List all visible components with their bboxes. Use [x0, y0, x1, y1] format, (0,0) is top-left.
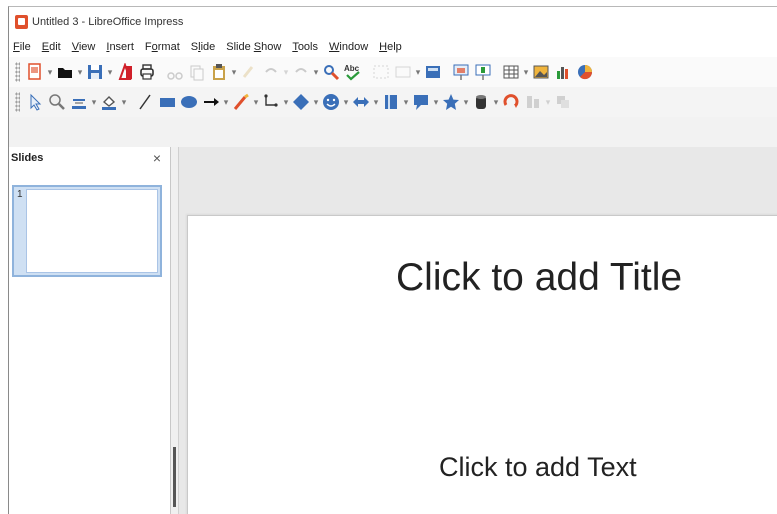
- clone-formatting-icon[interactable]: [238, 61, 260, 83]
- copy-icon[interactable]: [186, 61, 208, 83]
- redo-icon[interactable]: [290, 61, 312, 83]
- connector-icon[interactable]: [260, 91, 282, 113]
- chevron-down-icon[interactable]: ▾: [522, 61, 530, 83]
- splitter-handle[interactable]: [173, 447, 176, 507]
- zoom-icon[interactable]: [46, 91, 68, 113]
- line-icon[interactable]: [134, 91, 156, 113]
- impress-app-icon: [15, 15, 28, 29]
- chevron-down-icon[interactable]: ▾: [106, 61, 114, 83]
- chevron-down-icon[interactable]: ▾: [342, 91, 350, 113]
- slides-panel-title: Slides: [11, 152, 44, 164]
- print-icon[interactable]: [136, 61, 158, 83]
- star-icon[interactable]: [440, 91, 462, 113]
- menu-slide[interactable]: Slide: [191, 41, 215, 53]
- chevron-down-icon[interactable]: ▾: [46, 61, 54, 83]
- menu-format[interactable]: Format: [145, 41, 180, 53]
- chevron-down-icon[interactable]: ▾: [230, 61, 238, 83]
- slide-thumbnail-1[interactable]: 1: [12, 185, 162, 277]
- chevron-down-icon[interactable]: ▾: [462, 91, 470, 113]
- arrange-icon[interactable]: [552, 91, 574, 113]
- new-icon[interactable]: [24, 61, 46, 83]
- text-placeholder[interactable]: Click to add Text: [439, 452, 637, 483]
- export-pdf-icon[interactable]: [114, 61, 136, 83]
- smiley-icon[interactable]: [320, 91, 342, 113]
- undo-icon[interactable]: [260, 61, 282, 83]
- menu-edit[interactable]: Edit: [42, 41, 61, 53]
- menu-help[interactable]: Help: [379, 41, 402, 53]
- title-bar: Untitled 3 - LibreOffice Impress: [9, 7, 777, 37]
- diamond-shape-icon[interactable]: [290, 91, 312, 113]
- start-from-current-icon[interactable]: [472, 61, 494, 83]
- app-window: Untitled 3 - LibreOffice Impress File Ed…: [8, 6, 777, 514]
- rectangle-icon[interactable]: [156, 91, 178, 113]
- chevron-down-icon[interactable]: ▾: [492, 91, 500, 113]
- title-placeholder[interactable]: Click to add Title: [396, 256, 682, 300]
- save-icon[interactable]: [84, 61, 106, 83]
- chevron-down-icon[interactable]: ▾: [414, 61, 422, 83]
- select-icon[interactable]: [24, 91, 46, 113]
- svg-text:Abc: Abc: [344, 64, 360, 73]
- slide-number: 1: [17, 189, 23, 200]
- image-icon[interactable]: [530, 61, 552, 83]
- menu-file[interactable]: File: [13, 41, 31, 53]
- grid-icon[interactable]: [370, 61, 392, 83]
- cut-icon[interactable]: [164, 61, 186, 83]
- slides-panel-header: Slides ×: [9, 147, 170, 169]
- fill-color-icon[interactable]: [98, 91, 120, 113]
- display-views-icon[interactable]: [392, 61, 414, 83]
- menu-slide-show[interactable]: Slide Show: [226, 41, 281, 53]
- chevron-down-icon[interactable]: ▾: [252, 91, 260, 113]
- chevron-down-icon[interactable]: ▾: [432, 91, 440, 113]
- slide-workspace: Click to add Title Click to add Text: [179, 147, 777, 514]
- drawing-toolbar: ▾ ▾ ▾ ▾ ▾ ▾ ▾ ▾ ▾ ▾ ▾ ▾ ▾: [9, 87, 777, 117]
- double-arrow-icon[interactable]: [350, 91, 372, 113]
- line-color-icon[interactable]: [68, 91, 90, 113]
- chevron-down-icon[interactable]: ▾: [120, 91, 128, 113]
- chevron-down-icon[interactable]: ▾: [282, 61, 290, 83]
- menu-tools[interactable]: Tools: [292, 41, 318, 53]
- window-title: Untitled 3 - LibreOffice Impress: [32, 16, 184, 28]
- slides-panel: Slides × 1: [9, 147, 171, 514]
- chart-icon[interactable]: [552, 61, 574, 83]
- toolbar-grip[interactable]: [15, 92, 20, 112]
- slide-thumbnail-preview: [26, 189, 158, 273]
- table-icon[interactable]: [500, 61, 522, 83]
- curve-icon[interactable]: [230, 91, 252, 113]
- chevron-down-icon[interactable]: ▾: [402, 91, 410, 113]
- chevron-down-icon[interactable]: ▾: [312, 91, 320, 113]
- menu-view[interactable]: View: [72, 41, 96, 53]
- standard-toolbar: ▾ ▾ ▾ ▾ ▾ ▾ Abc ▾ ▾: [9, 57, 777, 87]
- 3d-object-icon[interactable]: [470, 91, 492, 113]
- chevron-down-icon[interactable]: ▾: [76, 61, 84, 83]
- chevron-down-icon[interactable]: ▾: [312, 61, 320, 83]
- open-icon[interactable]: [54, 61, 76, 83]
- rotate-icon[interactable]: [500, 91, 522, 113]
- menu-window[interactable]: Window: [329, 41, 368, 53]
- chevron-down-icon[interactable]: ▾: [222, 91, 230, 113]
- toolbar-grip[interactable]: [15, 62, 20, 82]
- spelling-icon[interactable]: Abc: [342, 61, 364, 83]
- paste-icon[interactable]: [208, 61, 230, 83]
- callout-icon[interactable]: [410, 91, 432, 113]
- menu-bar: File Edit View Insert Format Slide Slide…: [9, 37, 777, 57]
- chevron-down-icon[interactable]: ▾: [372, 91, 380, 113]
- pie-icon[interactable]: [574, 61, 596, 83]
- slide-canvas[interactable]: Click to add Title Click to add Text: [187, 215, 777, 514]
- panel-splitter[interactable]: [171, 147, 179, 514]
- align-icon[interactable]: [522, 91, 544, 113]
- master-slide-icon[interactable]: [422, 61, 444, 83]
- start-presentation-icon[interactable]: [450, 61, 472, 83]
- chevron-down-icon[interactable]: ▾: [90, 91, 98, 113]
- close-icon[interactable]: ×: [150, 150, 164, 166]
- ellipse-icon[interactable]: [178, 91, 200, 113]
- chevron-down-icon[interactable]: ▾: [282, 91, 290, 113]
- find-replace-icon[interactable]: [320, 61, 342, 83]
- arrow-line-icon[interactable]: [200, 91, 222, 113]
- chevron-down-icon[interactable]: ▾: [544, 91, 552, 113]
- flowchart-icon[interactable]: [380, 91, 402, 113]
- menu-insert[interactable]: Insert: [106, 41, 134, 53]
